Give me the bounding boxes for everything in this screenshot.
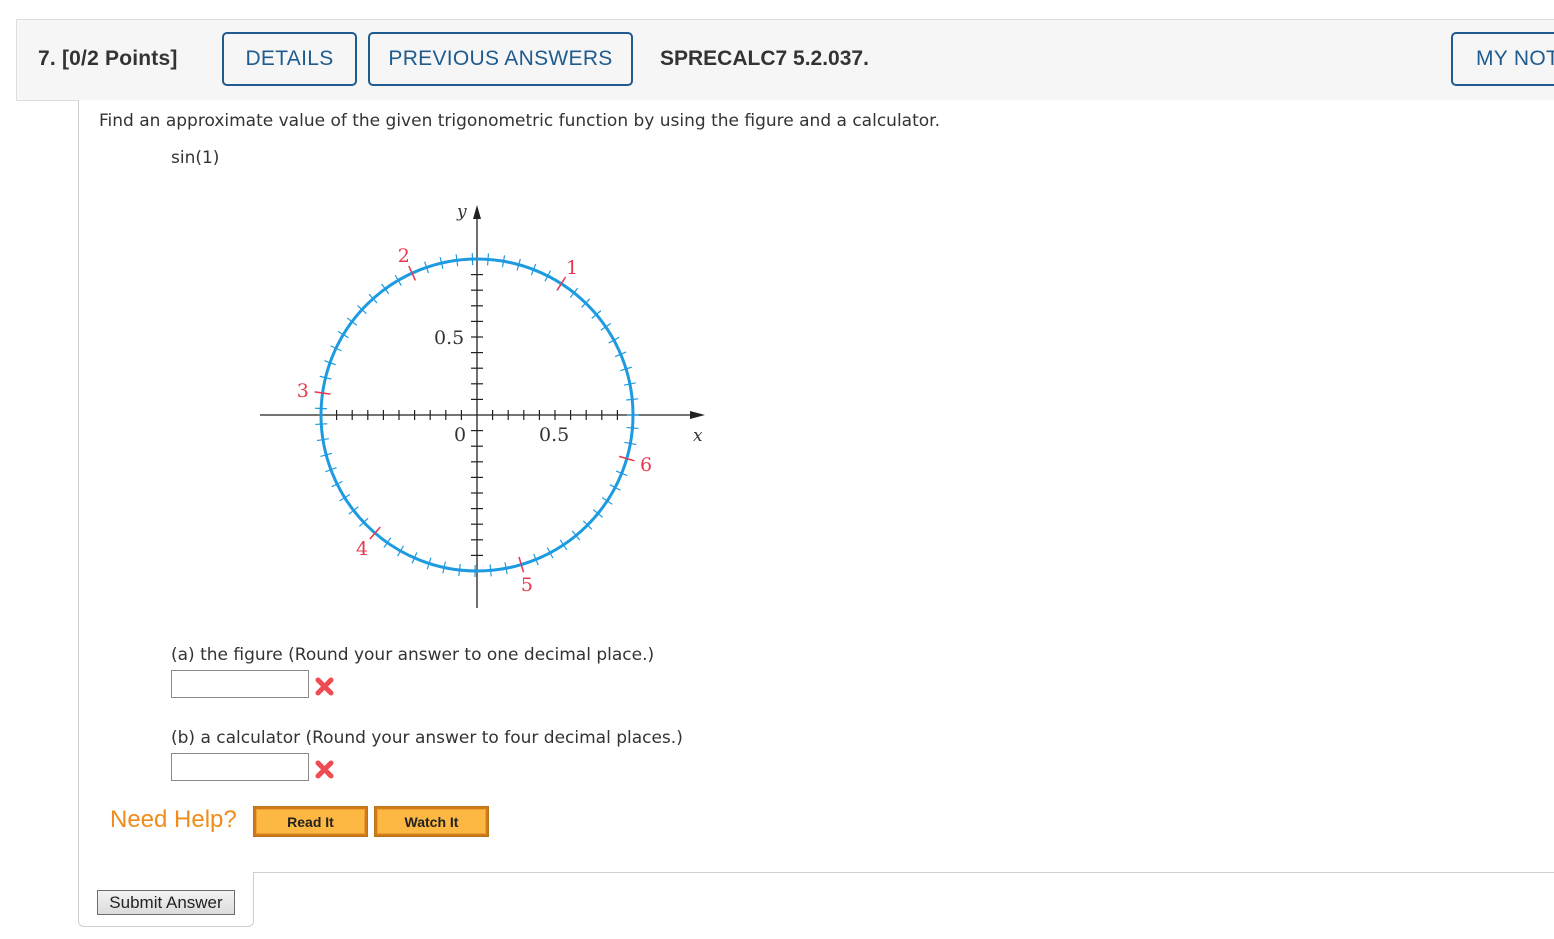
circle-tick	[626, 426, 639, 430]
circle-tick	[455, 254, 459, 267]
part-b-label: (b) a calculator (Round your answer to f…	[171, 728, 683, 748]
circle-tick	[458, 563, 461, 577]
question-number: 7. [0/2 Points]	[38, 47, 178, 71]
radian-labels: 1 2 3 4 5 6	[297, 245, 652, 596]
circle-tick	[489, 564, 492, 577]
watch-it-button[interactable]: Watch It	[374, 806, 489, 837]
my-notes-button[interactable]: MY NOTES	[1451, 32, 1554, 86]
circle-tick	[626, 398, 639, 401]
submit-answer-button[interactable]: Submit Answer	[97, 890, 235, 915]
x-mark-icon	[315, 760, 334, 779]
question-body-divider	[254, 872, 1554, 873]
part-b-answer-input[interactable]	[171, 753, 309, 781]
need-help-label: Need Help?	[110, 806, 237, 833]
radian-label: 2	[398, 245, 410, 267]
question-index: 7.	[38, 47, 56, 70]
origin-label: 0	[454, 424, 466, 446]
question-points: [0/2 Points]	[61, 47, 178, 70]
problem-code: SPRECALC7 5.2.037.	[660, 47, 869, 70]
question-prompt: Find an approximate value of the given t…	[99, 111, 940, 131]
radian-label: 1	[566, 257, 578, 279]
radian-mark	[556, 276, 567, 291]
x-tick-label: 0.5	[539, 424, 569, 446]
y-axis-label: y	[456, 202, 467, 222]
x-axis-arrow	[690, 411, 705, 419]
x-mark-icon	[315, 677, 334, 696]
part-a-label: (a) the figure (Round your answer to one…	[171, 645, 655, 665]
unit-circle-figure: y x 0 0.5 0.5 1 2 3 4 5 6	[260, 202, 705, 608]
part-a-answer-input[interactable]	[171, 670, 309, 698]
y-tick-label: 0.5	[434, 327, 464, 349]
circle-tick	[487, 253, 490, 266]
function-expression: sin(1)	[171, 148, 220, 168]
radian-label: 4	[356, 538, 368, 560]
details-button[interactable]: DETAILS	[222, 32, 357, 86]
radian-label: 3	[297, 380, 309, 402]
y-axis-arrow	[473, 205, 481, 219]
x-axis-label: x	[693, 426, 703, 446]
radian-label: 6	[640, 454, 652, 476]
radian-label: 5	[521, 574, 533, 596]
previous-answers-button[interactable]: PREVIOUS ANSWERS	[368, 32, 633, 86]
read-it-button[interactable]: Read It	[253, 806, 368, 837]
circle-tick	[315, 423, 328, 426]
